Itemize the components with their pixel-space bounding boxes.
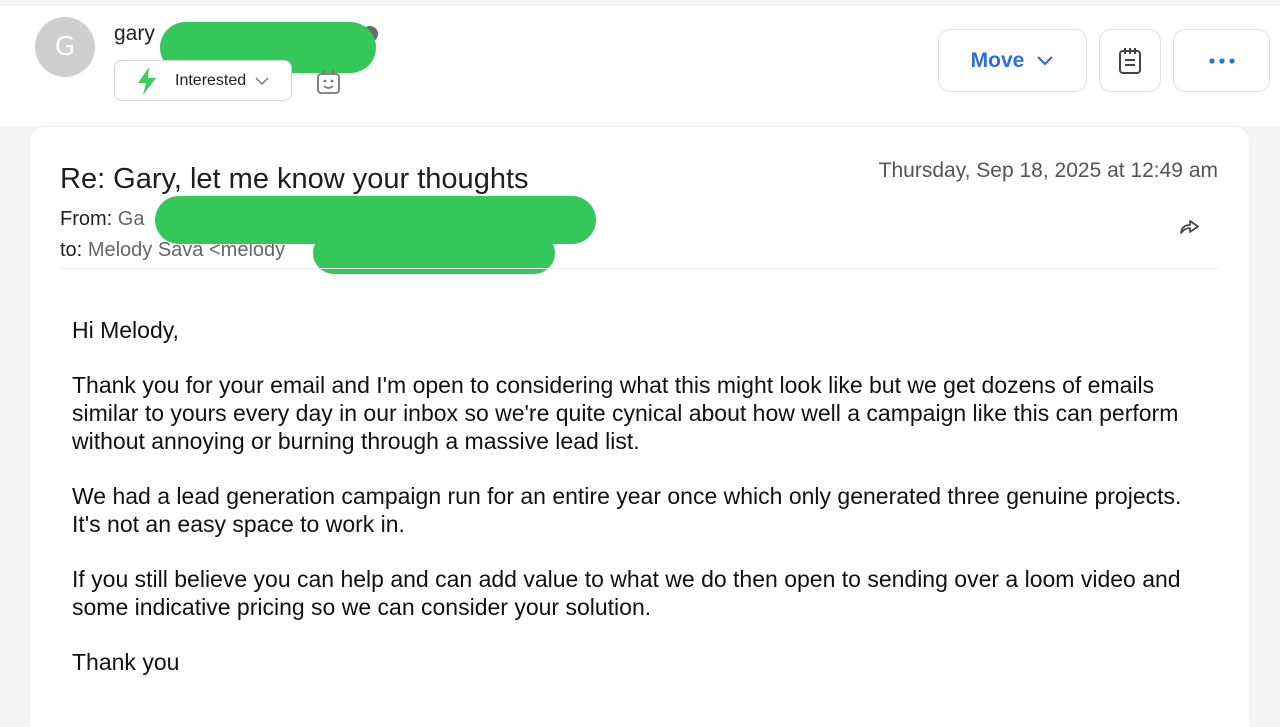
from-line: From: Ga [60, 208, 144, 231]
to-label: to: [60, 239, 83, 261]
chevron-down-icon [1037, 55, 1054, 66]
status-dropdown[interactable]: Interested [114, 60, 292, 101]
divider [60, 268, 1218, 269]
body-paragraph: We had a lead generation campaign run fo… [72, 483, 1182, 537]
forward-icon[interactable] [1177, 214, 1201, 238]
body-paragraph: Thank you for your email and I'm open to… [72, 372, 1179, 454]
email-body: Hi Melody, Thank you for your email and … [72, 316, 1212, 703]
notes-button[interactable] [1099, 29, 1161, 92]
move-button[interactable]: Move [938, 29, 1087, 92]
email-date: Thursday, Sep 18, 2025 at 12:49 am [878, 159, 1218, 182]
email-subject: Re: Gary, let me know your thoughts [60, 163, 529, 195]
more-options-button[interactable] [1173, 29, 1270, 92]
body-paragraph: Hi Melody, [72, 317, 179, 343]
lightning-icon [138, 66, 156, 95]
more-dots-icon [1208, 57, 1235, 64]
chevron-down-icon [255, 76, 269, 85]
body-paragraph: Thank you [72, 649, 180, 675]
status-label: Interested [175, 71, 247, 89]
notepad-icon [1119, 47, 1141, 74]
avatar: G [35, 17, 95, 77]
bot-face-icon[interactable] [315, 69, 342, 96]
sender-name[interactable]: gary [114, 22, 155, 46]
from-value: Ga [117, 208, 145, 230]
move-label: Move [970, 48, 1025, 72]
from-label: From: [60, 208, 113, 230]
body-paragraph: If you still believe you can help and ca… [72, 566, 1181, 620]
